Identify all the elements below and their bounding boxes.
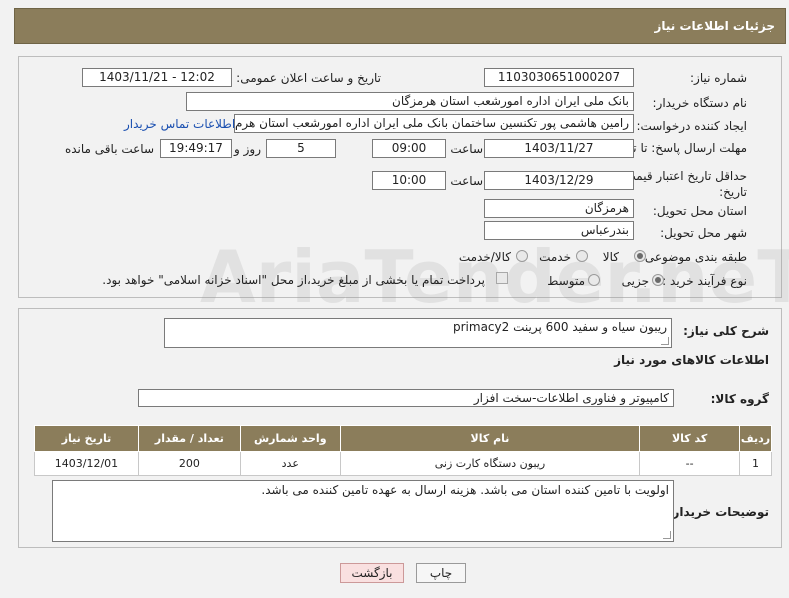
page-title: جزئیات اطلاعات نیاز xyxy=(654,19,775,33)
category-option-goods-service: کالا/خدمت xyxy=(458,250,511,264)
announce-datetime-field: 1403/11/21 - 12:02 xyxy=(82,68,232,87)
announce-datetime-label: تاریخ و ساعت اعلان عمومی: xyxy=(236,71,381,85)
cell-need-date: 1403/12/01 xyxy=(34,451,139,476)
goods-info-title: اطلاعات کالاهای مورد نیاز xyxy=(614,353,769,367)
category-radio-goods[interactable] xyxy=(634,250,646,262)
reply-days-label: روز و xyxy=(234,142,261,156)
requester-field: رامین هاشمی پور تکنسین ساختمان بانک ملی … xyxy=(234,114,634,133)
reply-time-label: ساعت xyxy=(450,142,483,156)
reply-deadline-time: 09:00 xyxy=(372,139,446,158)
buyer-notes-textarea[interactable]: اولویت با تامین کننده استان می باشد. هزی… xyxy=(52,480,674,542)
purchase-option-medium: متوسط xyxy=(547,274,585,288)
reply-days-field: 5 xyxy=(266,139,336,158)
price-validity-time: 10:00 xyxy=(372,171,446,190)
buyer-contact-link[interactable]: اطلاعات تماس خریدار xyxy=(124,117,235,131)
buyer-notes-label: توضیحات خریدار: xyxy=(667,505,769,519)
cell-unit: عدد xyxy=(239,451,341,476)
remaining-time-label: ساعت باقی مانده xyxy=(64,142,154,156)
delivery-city-field: بندرعباس xyxy=(484,221,634,240)
price-validity-time-label: ساعت xyxy=(450,174,483,188)
need-number-field: 1103030651000207 xyxy=(484,68,634,87)
delivery-province-label: استان محل تحویل: xyxy=(652,204,747,218)
summary-textarea[interactable]: ریبون سیاه و سفید 600 پرینت primacy2 xyxy=(164,318,672,348)
need-number-label: شماره نیاز: xyxy=(690,71,747,85)
table-row: 1 -- ریبون دستگاه کارت زنی عدد 200 1403/… xyxy=(34,451,772,476)
col-header-item-code: کد کالا xyxy=(639,425,741,452)
resize-grip-icon[interactable] xyxy=(661,337,669,345)
cell-item-name: ریبون دستگاه کارت زنی xyxy=(339,451,641,476)
purchase-option-minor: جزیی xyxy=(621,274,649,288)
print-button[interactable]: چاپ xyxy=(416,563,466,583)
col-header-unit: واحد شمارش xyxy=(239,425,341,452)
buyer-org-field: بانک ملی ایران اداره امورشعب استان هرمزگ… xyxy=(186,92,634,111)
price-validity-date: 1403/12/29 xyxy=(484,171,634,190)
cell-row-number: 1 xyxy=(739,451,772,476)
delivery-city-label: شهر محل تحویل: xyxy=(660,226,747,240)
table-header-row: ردیف کد کالا نام کالا واحد شمارش تعداد /… xyxy=(34,425,772,452)
category-radio-goods-service[interactable] xyxy=(516,250,528,262)
buyer-org-label: نام دستگاه خریدار: xyxy=(652,96,748,110)
purchase-radio-minor[interactable] xyxy=(652,274,664,286)
delivery-province-field: هرمزگان xyxy=(484,199,634,218)
purchase-radio-medium[interactable] xyxy=(588,274,600,286)
page-header: جزئیات اطلاعات نیاز xyxy=(14,8,786,44)
resize-grip-icon[interactable] xyxy=(663,531,671,539)
col-header-quantity: تعداد / مقدار xyxy=(137,425,241,452)
summary-text: ریبون سیاه و سفید 600 پرینت primacy2 xyxy=(453,320,667,334)
col-header-item-name: نام کالا xyxy=(339,425,641,452)
category-radio-service[interactable] xyxy=(576,250,588,262)
cell-item-code: -- xyxy=(639,451,741,476)
category-option-service: خدمت xyxy=(539,250,571,264)
col-header-row-number: ردیف xyxy=(739,425,772,452)
category-option-goods: کالا xyxy=(602,250,619,264)
goods-group-label: گروه کالا: xyxy=(710,392,769,406)
reply-deadline-date: 1403/11/27 xyxy=(484,139,634,158)
purchase-type-label: نوع فرآیند خرید : xyxy=(662,274,747,288)
payment-checkbox[interactable] xyxy=(496,272,508,284)
back-button[interactable]: بازگشت xyxy=(340,563,404,583)
requester-label: ایجاد کننده درخواست: xyxy=(636,119,747,133)
goods-table: ردیف کد کالا نام کالا واحد شمارش تعداد /… xyxy=(34,425,772,476)
cell-quantity: 200 xyxy=(137,451,241,476)
remaining-time-field: 19:49:17 xyxy=(160,139,232,158)
buyer-notes-text: اولویت با تامین کننده استان می باشد. هزی… xyxy=(261,483,669,497)
summary-label: شرح کلی نیاز: xyxy=(683,324,769,338)
category-label: طبقه بندی موضوعی: xyxy=(640,250,747,264)
goods-group-field: کامپیوتر و فناوری اطلاعات-سخت افزار xyxy=(138,389,674,407)
col-header-need-date: تاریخ نیاز xyxy=(34,425,139,452)
payment-note: پرداخت تمام یا بخشی از مبلغ خرید،از محل … xyxy=(102,273,485,287)
